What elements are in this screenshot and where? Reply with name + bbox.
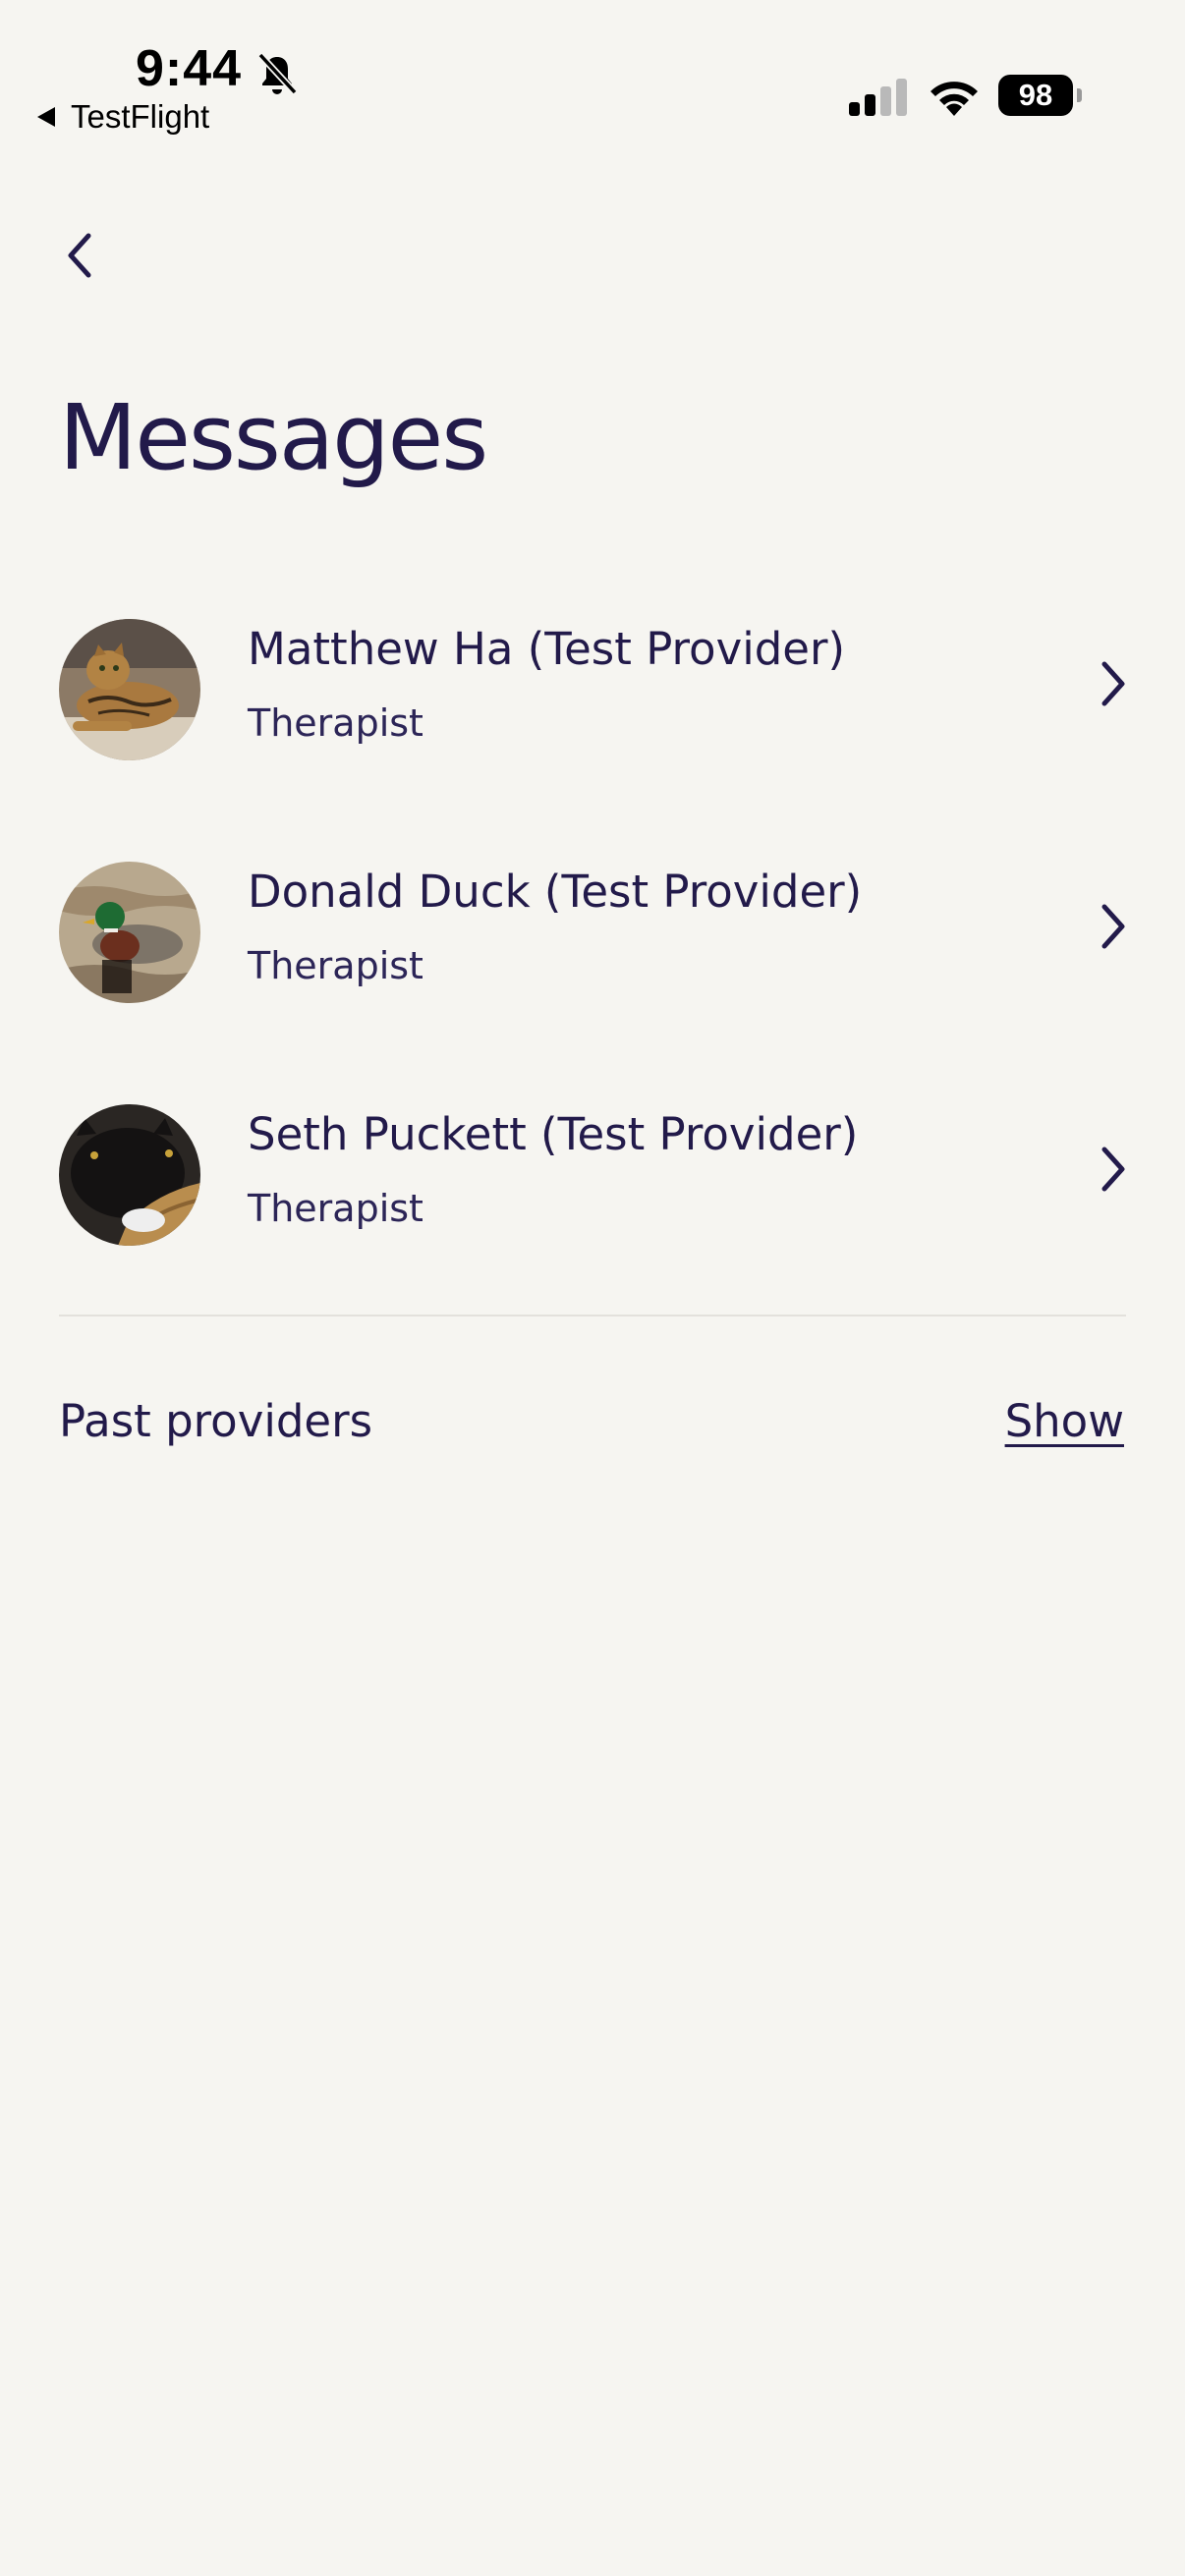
- provider-row[interactable]: Donald Duck (Test Provider) Therapist: [59, 854, 1130, 1011]
- chevron-left-icon[interactable]: [59, 224, 104, 287]
- chevron-right-icon: [1101, 1147, 1125, 1192]
- provider-name: Matthew Ha (Test Provider): [248, 623, 846, 675]
- provider-role: Therapist: [248, 1187, 423, 1230]
- provider-row[interactable]: Matthew Ha (Test Provider) Therapist: [59, 611, 1130, 768]
- battery-icon: 98: [998, 75, 1083, 118]
- provider-row[interactable]: Seth Puckett (Test Provider) Therapist: [59, 1096, 1130, 1254]
- avatar: [59, 619, 200, 760]
- back-app-label: TestFlight: [71, 98, 210, 135]
- duck-avatar-image: [59, 862, 200, 1003]
- provider-role: Therapist: [248, 701, 423, 745]
- messages-screen: 9:44 TestFlight 98 Messages Matthew Ha (…: [0, 0, 1185, 2576]
- divider: [59, 1315, 1126, 1316]
- battery-level: 98: [998, 75, 1073, 116]
- past-providers-label: Past providers: [59, 1395, 373, 1447]
- bell-slash-icon: [257, 52, 298, 95]
- back-triangle-icon: [37, 107, 55, 127]
- chevron-right-icon: [1101, 904, 1125, 949]
- chevron-right-icon: [1101, 661, 1125, 706]
- status-time: 9:44: [136, 40, 243, 97]
- black-cat-avatar-image: [59, 1104, 200, 1246]
- avatar: [59, 1104, 200, 1246]
- provider-name: Donald Duck (Test Provider): [248, 866, 863, 918]
- avatar: [59, 862, 200, 1003]
- back-to-testflight[interactable]: TestFlight: [35, 98, 209, 136]
- provider-role: Therapist: [248, 944, 423, 987]
- cellular-signal-icon: [849, 79, 907, 116]
- provider-name: Seth Puckett (Test Provider): [248, 1108, 859, 1160]
- wifi-icon: [931, 82, 978, 116]
- battery-tip: [1077, 88, 1082, 102]
- show-past-providers-link[interactable]: Show: [1005, 1395, 1124, 1447]
- page-title: Messages: [59, 385, 488, 490]
- cat-avatar-image: [59, 619, 200, 760]
